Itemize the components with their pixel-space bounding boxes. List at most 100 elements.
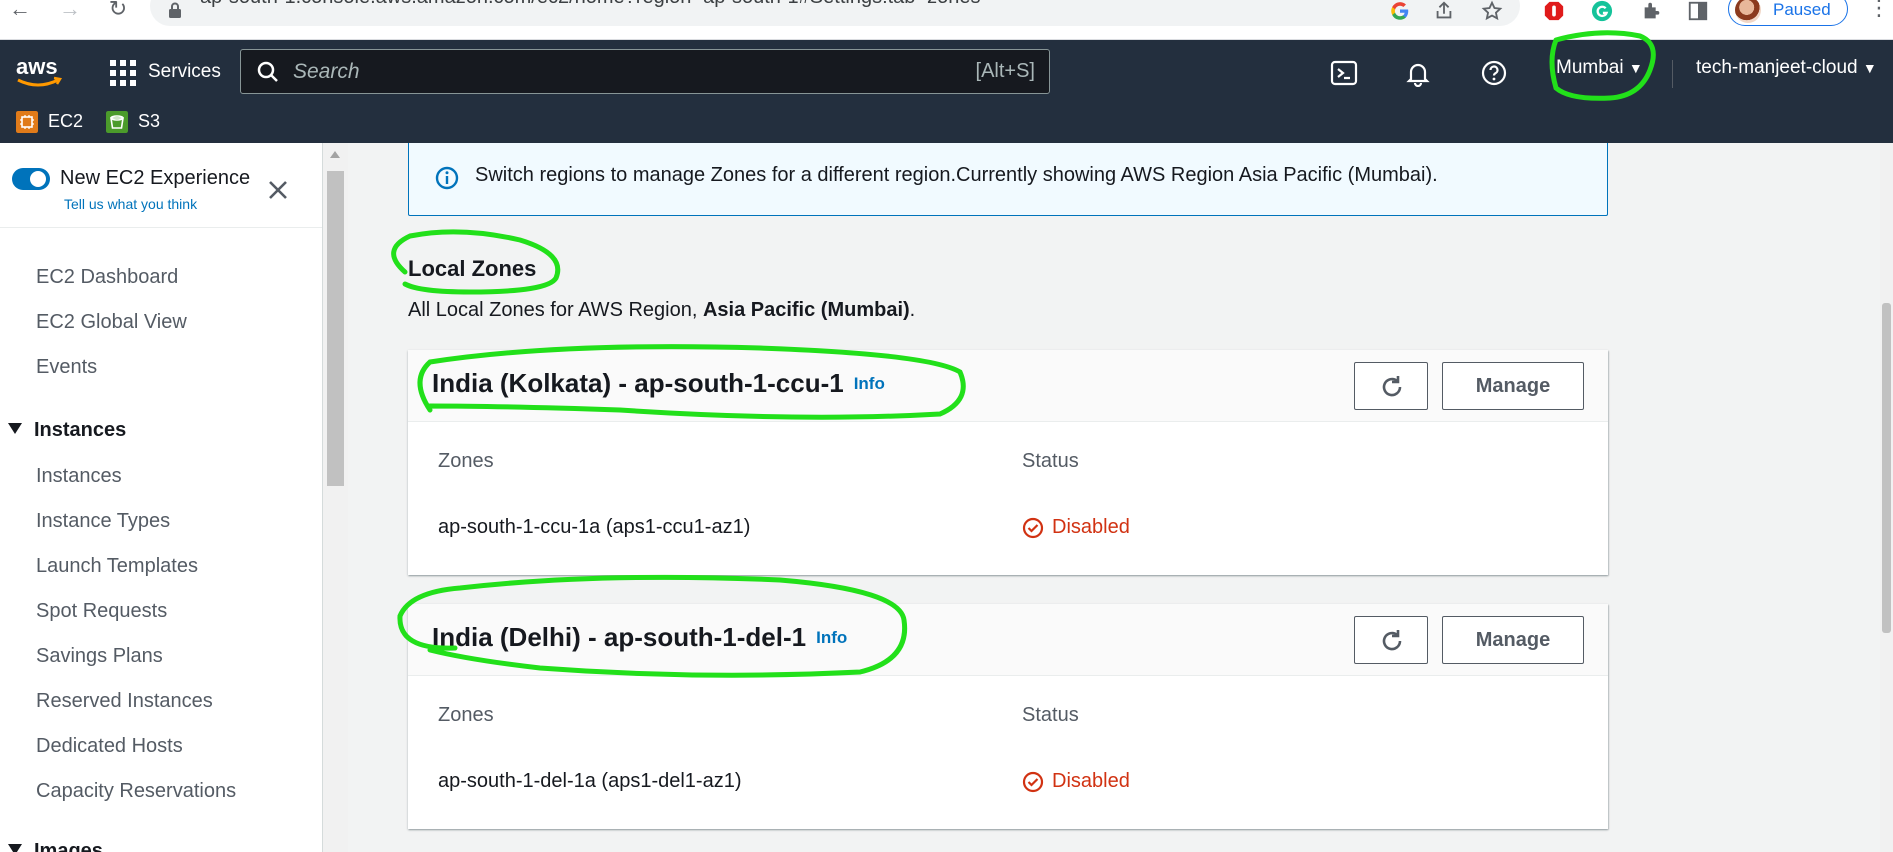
manage-button[interactable]: Manage xyxy=(1442,362,1584,410)
address-bar[interactable]: ap-south-1.console.aws.amazon.com/ec2/ho… xyxy=(150,0,1520,26)
sidebar-item-ec2-dashboard[interactable]: EC2 Dashboard xyxy=(36,266,178,289)
shortcut-label: S3 xyxy=(138,111,161,131)
description-region: Asia Pacific (Mumbai) xyxy=(702,299,910,321)
header-divider xyxy=(1672,60,1673,88)
caret-down-icon: ▼ xyxy=(1628,60,1643,76)
refresh-button[interactable] xyxy=(1354,362,1428,410)
url-text: ap-south-1.console.aws.amazon.com/ec2/ho… xyxy=(200,0,980,9)
notifications-bell-icon[interactable] xyxy=(1404,59,1432,87)
search-icon xyxy=(257,61,278,82)
browser-toolbar: ← → ↻ ap-south-1.console.aws.amazon.com/… xyxy=(0,0,1893,40)
caret-down-icon xyxy=(8,844,22,852)
services-label: Services xyxy=(148,61,221,82)
new-experience-toggle[interactable] xyxy=(12,168,50,190)
zone-group-card: India (Kolkata) - ap-south-1-ccu-1 Info M… xyxy=(408,350,1608,575)
sidebar-item-events[interactable]: Events xyxy=(36,356,97,379)
google-icon[interactable] xyxy=(1388,0,1412,22)
alert-text: Switch regions to manage Zones for a dif… xyxy=(475,164,1438,186)
search-bar[interactable]: [Alt+S] xyxy=(240,49,1050,94)
zone-card-header: India (Kolkata) - ap-south-1-ccu-1 Info M… xyxy=(408,350,1608,422)
region-selector[interactable]: Mumbai ▼ xyxy=(1556,57,1643,79)
sidebar-item-capacity-reservations[interactable]: Capacity Reservations xyxy=(36,780,236,803)
sidebar-item-dedicated-hosts[interactable]: Dedicated Hosts xyxy=(36,735,183,758)
forward-arrow-icon[interactable]: → xyxy=(56,0,84,22)
help-icon[interactable] xyxy=(1480,59,1508,87)
more-menu-icon[interactable]: ⋮ xyxy=(1868,0,1890,19)
zone-card-header: India (Delhi) - ap-south-1-del-1 Info Man… xyxy=(408,604,1608,676)
account-menu[interactable]: tech-manjeet-cloud ▼ xyxy=(1696,57,1877,79)
info-link[interactable]: Info xyxy=(816,628,847,647)
share-icon[interactable] xyxy=(1432,0,1456,22)
close-icon[interactable] xyxy=(266,178,290,202)
svg-text:aws: aws xyxy=(16,54,58,79)
reload-icon[interactable]: ↻ xyxy=(104,0,132,22)
status-label: Disabled xyxy=(1052,770,1130,792)
refresh-icon xyxy=(1382,376,1402,397)
star-icon[interactable] xyxy=(1480,0,1504,22)
zone-group-name: India (Delhi) - ap-south-1-del-1 xyxy=(432,622,807,652)
info-link[interactable]: Info xyxy=(854,374,885,393)
toggle-knob xyxy=(30,171,46,187)
region-label: Mumbai xyxy=(1556,57,1624,78)
description-prefix: All Local Zones for AWS Region, xyxy=(408,299,703,321)
refresh-button[interactable] xyxy=(1354,616,1428,664)
sidebar: New EC2 Experience Tell us what you thin… xyxy=(0,143,323,852)
info-circle-icon xyxy=(435,166,459,190)
ec2-service-icon xyxy=(16,111,38,133)
main-content: Switch regions to manage Zones for a dif… xyxy=(348,143,1893,852)
page-title: Local Zones xyxy=(408,256,537,281)
new-experience-title: New EC2 Experience xyxy=(60,167,251,189)
extensions-icon[interactable] xyxy=(1640,0,1664,22)
grid-icon xyxy=(110,60,136,86)
sidebar-section-images[interactable]: Images xyxy=(8,840,103,852)
column-header-zones: Zones xyxy=(438,704,494,726)
sidebar-item-instances[interactable]: Instances xyxy=(36,465,122,488)
sidebar-section-instances[interactable]: Instances xyxy=(8,419,126,442)
zone-group-title: India (Delhi) - ap-south-1-del-1 Info xyxy=(432,622,847,653)
divider xyxy=(0,227,322,228)
sidebar-item-launch-templates[interactable]: Launch Templates xyxy=(36,555,198,578)
status-check-icon xyxy=(1022,771,1044,793)
sidebar-scrollbar[interactable] xyxy=(323,143,348,852)
zone-group-card: India (Delhi) - ap-south-1-del-1 Info Man… xyxy=(408,604,1608,829)
zone-group-name: India (Kolkata) - ap-south-1-ccu-1 xyxy=(432,368,844,398)
adblock-icon[interactable] xyxy=(1542,0,1566,22)
lock-icon xyxy=(169,2,181,18)
zone-group-title: India (Kolkata) - ap-south-1-ccu-1 Info xyxy=(432,368,885,399)
search-input[interactable] xyxy=(293,50,893,93)
grammarly-icon[interactable] xyxy=(1590,0,1614,22)
status-label: Disabled xyxy=(1052,516,1130,538)
refresh-icon xyxy=(1382,630,1402,651)
profile-button[interactable]: Paused xyxy=(1728,0,1848,26)
description-suffix: . xyxy=(909,299,916,321)
zone-name-cell: ap-south-1-del-1a (aps1-del1-az1) xyxy=(438,770,742,792)
feedback-link[interactable]: Tell us what you think xyxy=(64,196,197,212)
column-header-status: Status xyxy=(1022,450,1079,472)
s3-service-icon xyxy=(106,111,128,133)
cloudshell-icon[interactable] xyxy=(1330,59,1358,87)
shortcut-label: EC2 xyxy=(48,111,84,131)
column-header-status: Status xyxy=(1022,704,1079,726)
sidepanel-icon[interactable] xyxy=(1686,0,1710,22)
page-scrollbar[interactable] xyxy=(1880,143,1893,852)
aws-console-header: aws Services [Alt+S] Mumbai ▼ tech-manje… xyxy=(0,40,1893,143)
sidebar-item-reserved-instances[interactable]: Reserved Instances xyxy=(36,690,213,713)
zone-name-cell: ap-south-1-ccu-1a (aps1-ccu1-az1) xyxy=(438,516,751,538)
sidebar-item-ec2-global-view[interactable]: EC2 Global View xyxy=(36,311,187,334)
account-label: tech-manjeet-cloud xyxy=(1696,57,1858,78)
avatar xyxy=(1735,0,1761,23)
manage-button[interactable]: Manage xyxy=(1442,616,1584,664)
scroll-up-icon[interactable] xyxy=(330,151,340,158)
sidebar-item-savings-plans[interactable]: Savings Plans xyxy=(36,645,163,668)
sidebar-item-spot-requests[interactable]: Spot Requests xyxy=(36,600,167,623)
aws-logo-icon: aws xyxy=(16,54,63,87)
back-arrow-icon[interactable]: ← xyxy=(6,0,34,22)
sidebar-item-instance-types[interactable]: Instance Types xyxy=(36,510,170,533)
scrollbar-thumb[interactable] xyxy=(1882,303,1891,633)
caret-down-icon xyxy=(8,423,22,434)
aws-logo[interactable]: aws xyxy=(14,54,66,90)
caret-down-icon: ▼ xyxy=(1862,60,1877,76)
info-alert: Switch regions to manage Zones for a dif… xyxy=(408,143,1608,216)
scrollbar-thumb[interactable] xyxy=(327,171,344,486)
section-label: Images xyxy=(34,840,103,852)
